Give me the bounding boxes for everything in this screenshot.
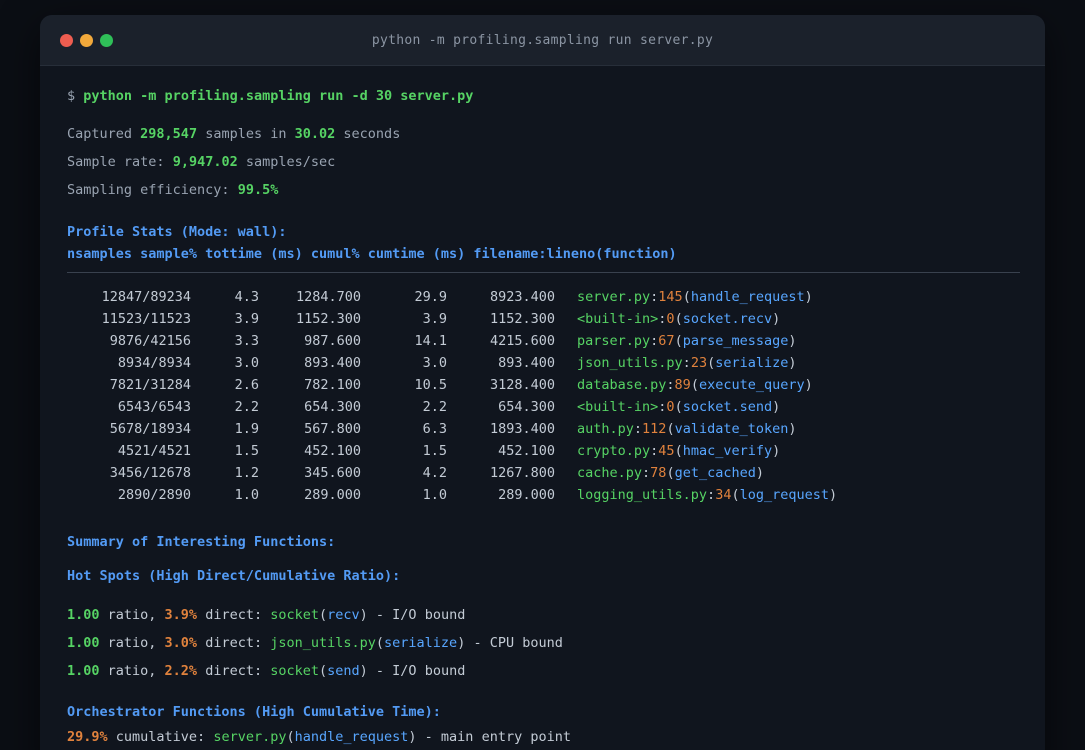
table-row: 9876/42156 3.3 987.600 14.1 4215.600 parser.p… xyxy=(67,330,1018,352)
sample-count: 298,547 xyxy=(140,126,198,142)
duration-value: 30.02 xyxy=(294,126,336,142)
table-row: 7821/31284 2.6 782.100 10.5 3128.400 database… xyxy=(67,374,1018,396)
orchestrator-heading: Orchestrator Functions (High Cumulative … xyxy=(67,704,441,720)
orchestrator-list: 29.9% cumulative: server.py(handle_reque… xyxy=(67,727,1018,750)
function-location: auth.py:112(validate_token) xyxy=(577,421,797,437)
table-row: 2890/2890 1.0 289.000 1.0 289.000 logging_uti… xyxy=(67,484,1018,506)
shell-prompt: $ xyxy=(67,88,76,104)
table-row: 8934/8934 3.0 893.400 3.0 893.400 json_utils.… xyxy=(67,352,1018,374)
efficiency-value: 99.5% xyxy=(237,182,279,198)
function-location: logging_utils.py:34(log_request) xyxy=(577,487,838,503)
table-row: 5678/18934 1.9 567.800 6.3 1893.400 auth.py:1… xyxy=(67,418,1018,440)
function-location: json_utils.py:23(serialize) xyxy=(577,355,797,371)
profile-table: 12847/89234 4.3 1284.700 29.9 8923.400 server… xyxy=(67,286,1018,506)
sample-rate-line: Sample rate: 9,947.02 samples/sec xyxy=(67,154,336,170)
function-location: <built-in>:0(socket.send) xyxy=(577,399,781,415)
sample-rate-value: 9,947.02 xyxy=(172,154,238,170)
hotspot-line: 1.00 ratio, 3.9% direct: socket(recv) - … xyxy=(67,607,466,623)
command-text: python -m profiling.sampling run -d 30 s… xyxy=(83,88,474,104)
hotspot-line: 1.00 ratio, 3.0% direct: json_utils.py(s… xyxy=(67,635,563,651)
efficiency-line: Sampling efficiency: 99.5% xyxy=(67,182,279,198)
function-location: cache.py:78(get_cached) xyxy=(577,465,764,481)
command-line: $ python -m profiling.sampling run -d 30… xyxy=(67,86,1018,106)
function-location: parser.py:67(parse_message) xyxy=(577,333,797,349)
orchestrator-line: 29.9% cumulative: server.py(handle_reque… xyxy=(67,729,571,745)
title-bar: python -m profiling.sampling run server.… xyxy=(40,15,1045,66)
profile-stats-heading: Profile Stats (Mode: wall): xyxy=(67,224,287,240)
terminal-content: $ python -m profiling.sampling run -d 30… xyxy=(40,86,1045,750)
terminal-window: python -m profiling.sampling run server.… xyxy=(40,15,1045,750)
function-location: server.py:145(handle_request) xyxy=(577,289,813,305)
function-location: <built-in>:0(socket.recv) xyxy=(577,311,781,327)
hotspots-heading: Hot Spots (High Direct/Cumulative Ratio)… xyxy=(67,568,401,584)
hotspot-line: 1.00 ratio, 2.2% direct: socket(send) - … xyxy=(67,663,466,679)
function-location: database.py:89(execute_query) xyxy=(577,377,813,393)
table-row: 3456/12678 1.2 345.600 4.2 1267.800 cache.py:… xyxy=(67,462,1018,484)
table-row: 11523/11523 3.9 1152.300 3.9 1152.300 <built-… xyxy=(67,308,1018,330)
table-divider xyxy=(67,272,1020,273)
summary-heading: Summary of Interesting Functions: xyxy=(67,534,336,550)
function-location: crypto.py:45(hmac_verify) xyxy=(577,443,781,459)
table-row: 6543/6543 2.2 654.300 2.2 654.300 <built-in>:… xyxy=(67,396,1018,418)
captured-line: Captured 298,547 samples in 30.02 second… xyxy=(67,126,401,142)
hotspot-list: 1.00 ratio, 3.9% direct: socket(recv) - … xyxy=(67,605,1018,681)
table-column-header: nsamples sample% tottime (ms) cumul% cum… xyxy=(67,246,677,262)
table-row: 12847/89234 4.3 1284.700 29.9 8923.400 server… xyxy=(67,286,1018,308)
table-row: 4521/4521 1.5 452.100 1.5 452.100 crypto.py:4… xyxy=(67,440,1018,462)
window-title: python -m profiling.sampling run server.… xyxy=(371,32,714,48)
